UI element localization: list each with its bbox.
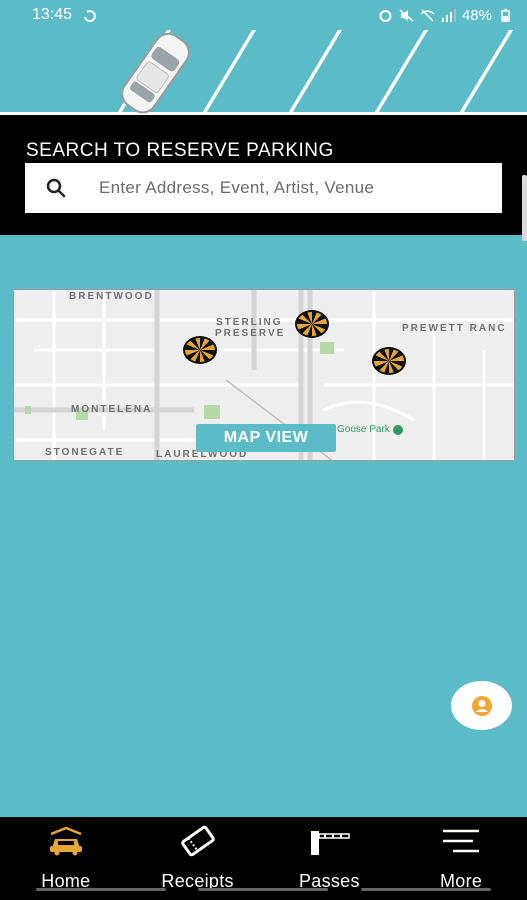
wifi-off-icon	[420, 8, 435, 22]
parking-line	[458, 30, 527, 115]
poi-name: Goose Park	[337, 424, 390, 435]
user-icon	[471, 695, 492, 716]
battery-percent: 48%	[461, 6, 492, 24]
parking-pin-icon[interactable]	[372, 347, 406, 375]
map-view-button[interactable]: MAP VIEW	[196, 424, 336, 452]
parking-pin-icon[interactable]	[295, 310, 329, 338]
location-pin-icon	[392, 424, 403, 435]
hero-banner	[0, 30, 527, 115]
status-time: 13:45	[32, 6, 73, 23]
gesture-segment	[198, 888, 329, 891]
map-preview[interactable]: BRENTWOOD STERLING PRESERVE PREWETT RANC…	[13, 289, 515, 461]
mute-icon	[399, 8, 414, 22]
battery-icon	[501, 8, 510, 22]
map-label: BRENTWOOD	[69, 291, 154, 302]
search-section: SEARCH TO RESERVE PARKING	[0, 115, 527, 235]
map-label: PREWETT RANC	[402, 323, 507, 334]
poi-label: Goose Park	[337, 424, 403, 435]
parking-line	[373, 30, 444, 115]
menu-icon	[439, 825, 483, 857]
barrier-icon	[307, 825, 351, 857]
gesture-segment	[36, 888, 167, 891]
car-illustration	[121, 32, 190, 114]
search-input[interactable]	[99, 178, 479, 198]
status-right: 48%	[378, 7, 513, 24]
profile-fab[interactable]	[451, 681, 512, 730]
map-label: STONEGATE	[45, 447, 125, 458]
map-label: STERLING	[216, 317, 283, 328]
parking-pin-icon[interactable]	[183, 336, 217, 364]
signal-icon	[441, 8, 456, 22]
gesture-bar	[0, 888, 527, 894]
ticket-icon	[178, 825, 218, 857]
sync-icon	[84, 9, 96, 22]
status-left: 13:45	[32, 6, 97, 24]
map-label: MONTELENA	[71, 404, 153, 415]
status-bar: 13:45 48%	[0, 0, 527, 30]
map-label: PRESERVE	[215, 328, 286, 339]
gesture-segment	[360, 888, 491, 891]
search-box[interactable]	[25, 163, 502, 213]
parking-line	[201, 30, 272, 115]
car-icon	[46, 825, 86, 857]
search-icon	[46, 178, 66, 198]
parking-line	[287, 30, 358, 115]
scrollbar[interactable]	[522, 175, 527, 241]
search-title: SEARCH TO RESERVE PARKING	[26, 140, 334, 161]
alarm-icon	[379, 9, 392, 22]
